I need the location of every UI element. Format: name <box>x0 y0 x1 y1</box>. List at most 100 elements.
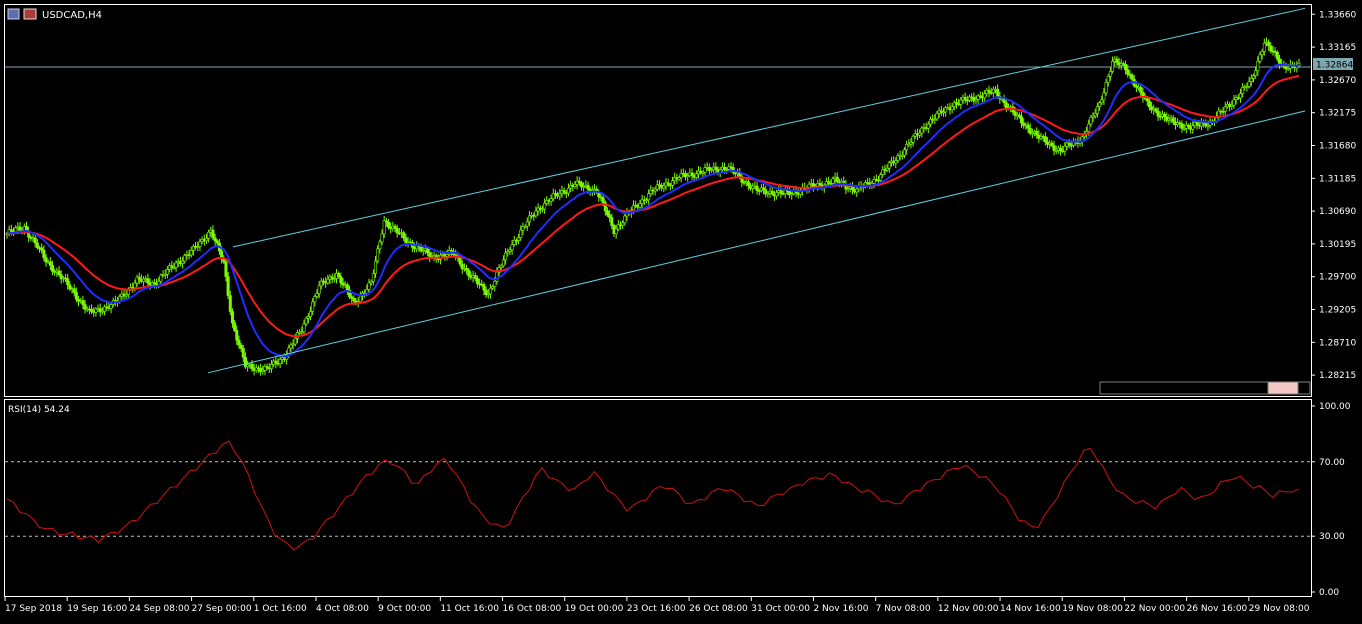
candle-body <box>235 330 239 341</box>
candle-body <box>623 215 627 224</box>
candle-body <box>133 282 137 289</box>
time-tick-label: 26 Nov 16:00 <box>1187 604 1248 614</box>
time-tick-label: 4 Oct 08:00 <box>316 604 369 614</box>
candle-body <box>475 278 479 284</box>
candle-body <box>573 184 577 187</box>
candle-body <box>714 166 718 170</box>
flag-icon[interactable] <box>23 8 37 20</box>
tick-separator-strip[interactable] <box>1099 381 1311 395</box>
candle-body <box>1095 106 1099 114</box>
candle-body <box>213 237 217 242</box>
candle-body <box>488 287 492 295</box>
candle-body <box>755 185 759 191</box>
time-tick-label: 27 Sep 00:00 <box>192 604 252 614</box>
candle-body <box>855 188 859 193</box>
time-tick-label: 9 Oct 00:00 <box>378 604 431 614</box>
candle-body <box>608 214 612 218</box>
rsi-panel-frame <box>4 399 1312 597</box>
candle-body <box>1256 60 1260 72</box>
candle-body <box>1241 87 1245 94</box>
candle-body <box>610 217 614 226</box>
main-chart-frame <box>4 4 1312 397</box>
candle-body <box>1154 108 1158 112</box>
candle-body <box>1139 86 1143 93</box>
candle-body <box>198 241 202 247</box>
candle-body <box>378 241 382 250</box>
candle-body <box>374 260 378 274</box>
candle-body <box>315 293 319 297</box>
time-axis: 17 Sep 2018 19 Sep 16:00 24 Sep 08:00 27 Se… <box>4 597 1310 614</box>
price-tick-label: 1.30690 <box>1319 207 1356 217</box>
candle-body <box>894 160 898 164</box>
candle-body <box>671 180 675 186</box>
candle-body <box>963 97 967 101</box>
candle-body <box>1163 113 1167 118</box>
candle-body <box>918 132 922 136</box>
candle-body <box>1251 75 1255 79</box>
candle-body <box>1028 128 1032 134</box>
channel-upper-line[interactable] <box>232 7 1306 248</box>
candle-body <box>831 178 835 184</box>
candle-body <box>1043 136 1047 143</box>
rsi-tick-label: 70.00 <box>1319 458 1345 468</box>
candle-body <box>233 322 237 331</box>
candle-body <box>1258 54 1262 62</box>
candle-body <box>527 215 531 223</box>
candle-body <box>42 249 46 258</box>
rsi-axis: 100.00 70.00 30.00 0.00 <box>1311 402 1351 598</box>
time-tick-label: 12 Nov 00:00 <box>938 604 999 614</box>
candle-body <box>562 190 566 193</box>
time-tick-label: 19 Sep 16:00 <box>67 604 127 614</box>
candle-body <box>1171 117 1175 123</box>
candle-body <box>337 272 341 277</box>
candle-body <box>482 284 486 291</box>
time-tick-label: 24 Sep 08:00 <box>129 604 189 614</box>
candle-body <box>66 278 70 286</box>
candle-body <box>690 172 694 176</box>
candle-body <box>18 226 22 231</box>
candle-body <box>1180 123 1184 129</box>
candle-body <box>1035 131 1039 136</box>
candle-body <box>83 304 87 310</box>
candle-body <box>189 250 193 256</box>
candle-body <box>1104 82 1108 94</box>
candle-body <box>473 275 477 279</box>
current-price-label: 1.32864 <box>1316 61 1353 71</box>
candle-body <box>605 210 609 216</box>
candle-body <box>241 348 245 358</box>
candle-body <box>237 339 241 346</box>
candle-body <box>1254 70 1258 76</box>
moving-averages <box>6 63 1300 358</box>
price-tick-label: 1.30195 <box>1319 240 1356 250</box>
time-tick-label: 16 Oct 08:00 <box>503 604 562 614</box>
rsi-tick-label: 100.00 <box>1319 402 1351 412</box>
candle-body <box>621 222 625 226</box>
candle-body <box>207 231 211 239</box>
price-tick-label: 1.33165 <box>1319 43 1356 53</box>
candle-body <box>146 278 150 284</box>
candle-body <box>770 190 774 195</box>
candle-body <box>911 135 915 143</box>
channel-lower-line[interactable] <box>207 110 1306 374</box>
candle-body <box>304 317 308 325</box>
candle-body <box>40 247 44 251</box>
candle-body <box>358 295 362 302</box>
candle-body <box>1124 63 1128 71</box>
candle-body <box>311 301 315 312</box>
chart-svg: USDCAD,H4 1.33660 1.33165 1.32670 1.32175 1.… <box>4 4 1356 614</box>
candle-body <box>586 184 590 190</box>
candle-body <box>723 166 727 170</box>
candle-body <box>1247 81 1251 87</box>
window-icon[interactable] <box>7 8 20 20</box>
candle-body <box>935 113 939 120</box>
candle-body <box>467 269 471 277</box>
time-tick-label: 19 Oct 00:00 <box>565 604 624 614</box>
candle-body <box>779 190 783 194</box>
candle-body <box>525 221 529 227</box>
candle-body <box>269 364 273 369</box>
candle-body <box>1067 142 1071 146</box>
candle-body <box>44 257 48 263</box>
candle-body <box>376 248 380 262</box>
candle-body <box>1100 99 1104 104</box>
candle-body <box>393 225 397 229</box>
